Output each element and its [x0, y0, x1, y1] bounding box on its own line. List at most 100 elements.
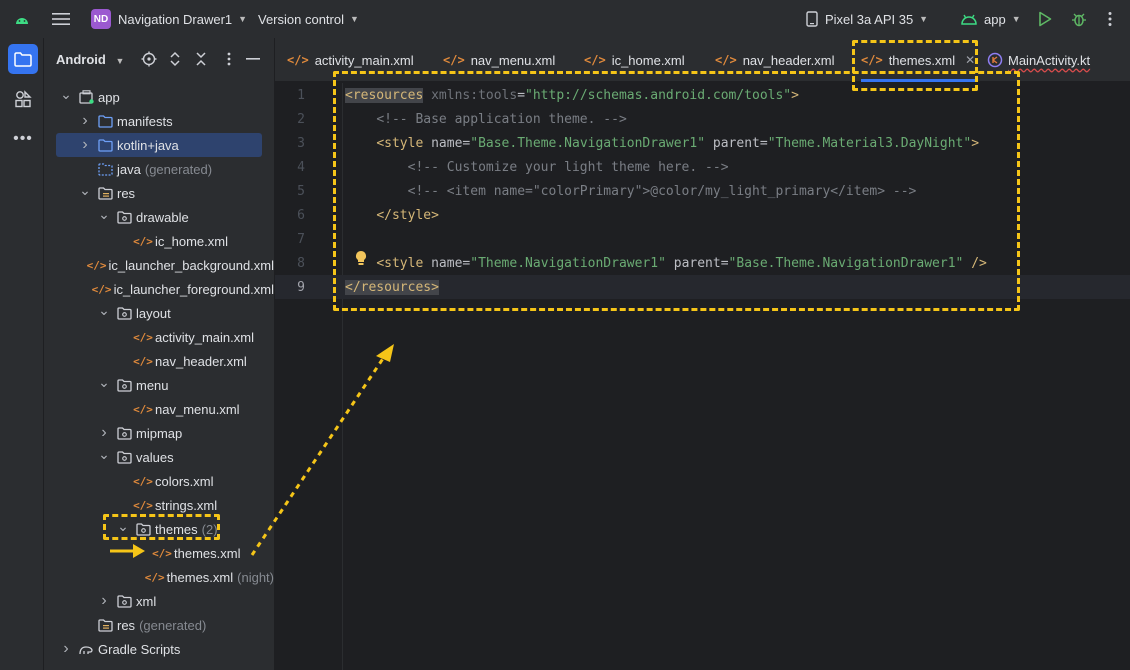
tree-item-themes-xml[interactable]: </> themes.xml	[44, 541, 274, 565]
folder-icon	[97, 137, 113, 153]
run-config-selector[interactable]: app ▼	[960, 0, 1021, 38]
panel-options-icon[interactable]	[220, 50, 238, 68]
expand-all-icon[interactable]	[166, 50, 184, 68]
tree-item-label: menu	[136, 377, 169, 393]
tree-item-nav-menu-xml[interactable]: </> nav_menu.xml	[44, 397, 274, 421]
project-view-selector[interactable]: Android ▼	[56, 52, 124, 67]
package-folder-icon	[116, 593, 132, 609]
folder-icon	[97, 113, 113, 129]
more-options-icon[interactable]	[1108, 0, 1112, 38]
tree-item-mipmap[interactable]: › mipmap	[44, 421, 274, 445]
code-highlight-box	[333, 71, 1020, 311]
tree-item-res-generated[interactable]: res (generated)	[44, 613, 274, 637]
vcs-menu[interactable]: Version control ▼	[258, 0, 359, 38]
tree-item-ic-launcher-foreground-xml[interactable]: </> ic_launcher_foreground.xml	[44, 277, 274, 301]
resource-manager-icon	[15, 90, 32, 108]
more-tools-button[interactable]: •••	[8, 124, 38, 154]
project-badge: ND	[91, 9, 111, 29]
chevron-right-icon[interactable]: ›	[98, 424, 110, 442]
xml-file-icon: </>	[133, 354, 153, 368]
xml-file-icon: </>	[86, 258, 107, 272]
tree-item-res[interactable]: ⌄ res	[44, 181, 274, 205]
xml-file-icon: </>	[287, 53, 309, 67]
tree-item-drawable[interactable]: ⌄ drawable	[44, 205, 274, 229]
chevron-down-icon: ▼	[115, 56, 125, 66]
tree-item-label: mipmap	[136, 425, 183, 441]
xml-file-icon: </>	[133, 330, 153, 344]
project-tool-button[interactable]	[8, 44, 38, 74]
device-icon	[806, 11, 818, 27]
chevron-down-icon: ▼	[919, 14, 929, 24]
package-folder-icon	[116, 377, 132, 393]
tree-item-suffix: (generated)	[139, 617, 207, 633]
tree-item-ic-home-xml[interactable]: </> ic_home.xml	[44, 229, 274, 253]
android-logo-icon[interactable]	[14, 0, 30, 38]
project-panel: Android ▼ ⌄ app › manifests › kotlin+java java…	[44, 38, 274, 670]
tab-label: activity_main.xml	[314, 52, 414, 68]
tree-item-label: themes.xml	[166, 569, 234, 585]
tree-item-label: themes.xml	[174, 545, 241, 561]
xml-file-icon: </>	[91, 282, 112, 296]
gradle-icon	[78, 641, 94, 657]
tree-item-kotlin-java[interactable]: › kotlin+java	[56, 133, 262, 157]
line-number: 9	[297, 279, 305, 295]
tree-item-suffix: (night)	[237, 569, 274, 585]
tree-item-manifests[interactable]: › manifests	[44, 109, 274, 133]
folder-icon	[14, 51, 32, 67]
tree-item-colors-xml[interactable]: </> colors.xml	[44, 469, 274, 493]
chevron-down-icon[interactable]: ⌄	[60, 86, 72, 103]
run-icon[interactable]	[1038, 0, 1052, 38]
chevron-down-icon[interactable]: ⌄	[98, 446, 110, 463]
tree-item-values[interactable]: ⌄ values	[44, 445, 274, 469]
res-folder-icon	[97, 185, 113, 201]
res-folder-icon	[97, 617, 113, 633]
tree-item-activity-main-xml[interactable]: </> activity_main.xml	[44, 325, 274, 349]
device-selector[interactable]: Pixel 3a API 35 ▼	[806, 0, 928, 38]
tree-item-layout[interactable]: ⌄ layout	[44, 301, 274, 325]
chevron-down-icon: ▼	[350, 14, 359, 24]
tree-item-gradle-scripts[interactable]: › Gradle Scripts	[44, 637, 274, 661]
chevron-right-icon[interactable]: ›	[60, 640, 72, 658]
tree-item-themes-xml-night[interactable]: </> themes.xml (night)	[44, 565, 274, 589]
tree-item-java-generated[interactable]: java (generated)	[44, 157, 274, 181]
chevron-right-icon[interactable]: ›	[79, 136, 91, 154]
chevron-down-icon: ▼	[238, 14, 248, 24]
tree-item-label: kotlin+java	[117, 137, 179, 153]
chevron-down-icon[interactable]: ⌄	[98, 302, 110, 319]
chevron-down-icon[interactable]: ⌄	[79, 182, 91, 199]
tree-item-label: ic_launcher_background.xml	[108, 257, 274, 273]
tool-window-strip: •••	[0, 38, 44, 670]
package-folder-icon	[116, 449, 132, 465]
line-number: 6	[297, 207, 305, 223]
resource-manager-button[interactable]	[8, 84, 38, 114]
project-selector[interactable]: ND Navigation Drawer1 ▼	[91, 0, 247, 38]
project-view-label: Android	[56, 52, 106, 67]
tree-item-xml[interactable]: › xml	[44, 589, 274, 613]
tree-item-label: manifests	[117, 113, 173, 129]
tree-item-app[interactable]: ⌄ app	[44, 85, 274, 109]
android-app-icon	[961, 14, 977, 25]
tree-item-label: nav_header.xml	[155, 353, 247, 369]
title-bar: ND Navigation Drawer1 ▼ Version control …	[0, 0, 1130, 38]
chevron-right-icon[interactable]: ›	[79, 112, 91, 130]
package-folder-icon	[116, 425, 132, 441]
tree-item-nav-header-xml[interactable]: </> nav_header.xml	[44, 349, 274, 373]
collapse-all-icon[interactable]	[192, 50, 210, 68]
line-number: 5	[297, 183, 305, 199]
locate-file-icon[interactable]	[140, 50, 158, 68]
hide-panel-icon[interactable]	[244, 50, 262, 68]
chevron-down-icon[interactable]: ⌄	[98, 206, 110, 223]
run-config-label: app	[984, 11, 1006, 27]
chevron-right-icon[interactable]: ›	[98, 592, 110, 610]
module-icon	[78, 89, 94, 105]
tab-label: ic_home.xml	[611, 52, 685, 68]
main-menu-icon[interactable]	[52, 0, 70, 38]
tree-item-menu[interactable]: ⌄ menu	[44, 373, 274, 397]
xml-file-icon: </>	[133, 402, 153, 416]
tree-item-label: activity_main.xml	[155, 329, 254, 345]
tree-item-ic-launcher-background-xml[interactable]: </> ic_launcher_background.xml	[44, 253, 274, 277]
debug-icon[interactable]	[1071, 0, 1087, 38]
xml-file-icon: </>	[144, 570, 165, 584]
chevron-down-icon[interactable]: ⌄	[98, 374, 110, 391]
vcs-label: Version control	[258, 11, 344, 27]
